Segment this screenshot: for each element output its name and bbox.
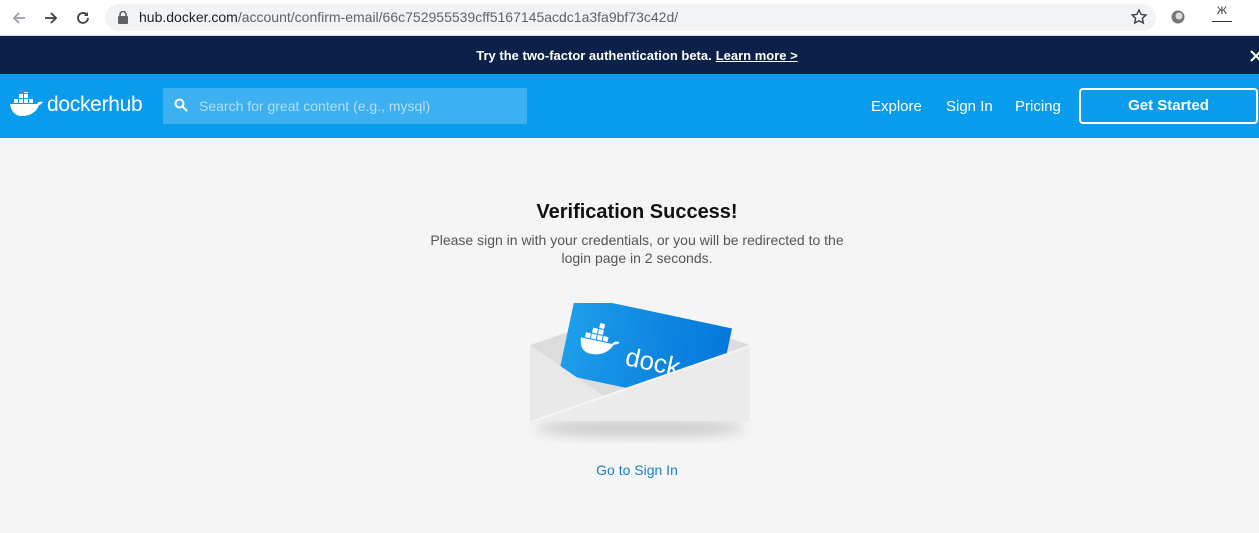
forward-arrow-icon xyxy=(45,12,58,24)
go-to-signin-link[interactable]: Go to Sign In xyxy=(0,462,1259,478)
url-text: hub.docker.com/account/confirm-email/66c… xyxy=(139,9,678,25)
docker-whale-icon xyxy=(10,92,43,116)
logo-text: dockerhub xyxy=(47,93,143,116)
get-started-button[interactable]: Get Started xyxy=(1079,88,1258,124)
redirect-message: Please sign in with your credentials, or… xyxy=(430,232,844,266)
banner-message: Try the two-factor authentication beta. L… xyxy=(0,48,1259,63)
back-arrow-icon xyxy=(12,12,25,24)
learn-more-link[interactable]: Learn more > xyxy=(716,48,798,63)
envelope-illustration: dock xyxy=(530,303,750,438)
back-button[interactable] xyxy=(7,6,31,30)
lock-icon xyxy=(118,11,128,24)
banner-text: Try the two-factor authentication beta. xyxy=(476,48,712,63)
extension-circle-icon[interactable] xyxy=(1170,9,1186,25)
nav-explore-link[interactable]: Explore xyxy=(871,98,922,115)
reload-button[interactable] xyxy=(71,6,95,30)
search-input[interactable] xyxy=(199,88,519,124)
nav-signin-link[interactable]: Sign In xyxy=(946,98,993,115)
search-box[interactable] xyxy=(163,88,527,124)
forward-button[interactable] xyxy=(39,6,63,30)
reload-icon xyxy=(77,12,89,24)
page-title: Verification Success! xyxy=(536,201,738,223)
search-icon xyxy=(174,98,188,112)
extension-letter-icon[interactable]: Ж xyxy=(1212,6,1232,28)
bookmark-star-icon[interactable] xyxy=(1130,8,1148,26)
url-domain: hub.docker.com xyxy=(139,9,238,25)
docker-hub-logo[interactable]: dockerhub xyxy=(9,92,143,118)
browser-toolbar: hub.docker.com/account/confirm-email/66c… xyxy=(0,0,1259,36)
announcement-banner: Try the two-factor authentication beta. L… xyxy=(0,36,1259,74)
close-icon[interactable] xyxy=(1250,50,1259,62)
site-header: dockerhub Explore Sign In Pricing Get St… xyxy=(0,74,1259,138)
address-bar[interactable]: hub.docker.com/account/confirm-email/66c… xyxy=(105,4,1156,31)
url-path: /account/confirm-email/66c752955539cff51… xyxy=(237,9,679,25)
nav-pricing-link[interactable]: Pricing xyxy=(1015,98,1061,115)
main-content: Verification Success! Please sign in wit… xyxy=(0,138,1259,533)
